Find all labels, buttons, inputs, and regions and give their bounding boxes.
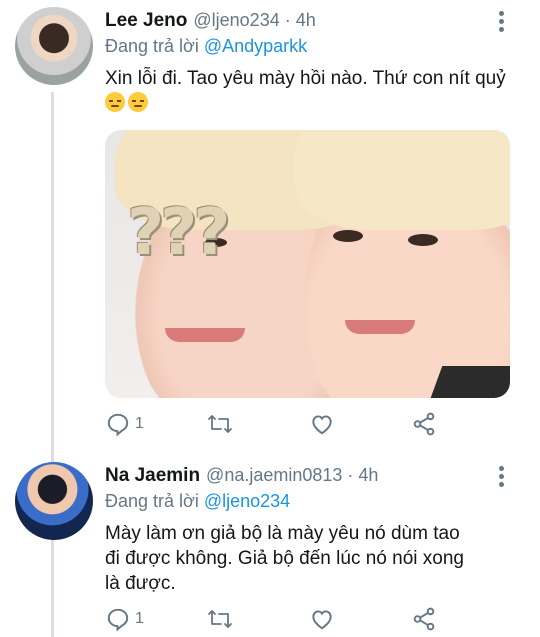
replying-to: Đang trả lời @Andyparkk bbox=[105, 36, 307, 57]
reply-icon bbox=[107, 413, 129, 437]
share-icon bbox=[413, 412, 435, 436]
image-shirt bbox=[427, 366, 510, 398]
avatar[interactable] bbox=[15, 462, 93, 540]
tweet-header: Lee Jeno @ljeno234 · 4h bbox=[105, 10, 316, 36]
retweet-button[interactable] bbox=[206, 605, 234, 633]
tweet-header: Na Jaemin @na.jaemin0813 · 4h bbox=[105, 465, 378, 491]
more-icon[interactable] bbox=[492, 8, 510, 34]
like-icon bbox=[312, 610, 332, 630]
action-bar: 1 bbox=[105, 410, 510, 440]
smirking-face-emoji bbox=[128, 92, 148, 112]
retweet-icon bbox=[208, 415, 232, 433]
handle-and-time: @ljeno234 · 4h bbox=[193, 10, 316, 30]
like-icon bbox=[312, 415, 332, 435]
image-mouth bbox=[345, 320, 415, 334]
emoji-row bbox=[105, 92, 148, 112]
replying-to-label: Đang trả lời bbox=[105, 491, 204, 511]
action-bar: 1 bbox=[105, 605, 510, 635]
replying-to-label: Đang trả lời bbox=[105, 36, 204, 56]
share-icon bbox=[413, 607, 435, 631]
image-eye bbox=[408, 234, 438, 246]
tweet-2[interactable]: Na Jaemin @na.jaemin0813 · 4h Đang trả l… bbox=[0, 455, 540, 637]
share-button[interactable] bbox=[411, 410, 437, 438]
image-mouth bbox=[165, 328, 245, 342]
display-name[interactable]: Na Jaemin bbox=[105, 465, 200, 487]
replying-to: Đang trả lời @ljeno234 bbox=[105, 491, 290, 512]
reply-icon bbox=[107, 608, 129, 632]
reply-button[interactable]: 1 bbox=[105, 605, 144, 633]
avatar[interactable] bbox=[15, 7, 93, 85]
tweet-1[interactable]: Lee Jeno @ljeno234 · 4h Đang trả lời @An… bbox=[0, 0, 540, 455]
like-button[interactable] bbox=[309, 605, 335, 633]
display-name[interactable]: Lee Jeno bbox=[105, 10, 187, 32]
share-button[interactable] bbox=[411, 605, 437, 633]
like-button[interactable] bbox=[309, 410, 335, 438]
tweet-image[interactable]: ??? bbox=[105, 130, 510, 398]
image-hair-right bbox=[295, 130, 510, 230]
reply-count: 1 bbox=[135, 610, 144, 627]
replying-to-link[interactable]: @ljeno234 bbox=[204, 491, 290, 511]
replying-to-link[interactable]: @Andyparkk bbox=[204, 36, 307, 56]
retweet-button[interactable] bbox=[206, 410, 234, 438]
tweet-text: Xin lỗi đi. Tao yêu mày hồi nào. Thứ con… bbox=[105, 68, 506, 89]
image-question-marks: ??? bbox=[127, 196, 230, 270]
handle-and-time: @na.jaemin0813 · 4h bbox=[206, 465, 379, 485]
tweet-text: Mày làm ơn giả bộ là mày yêu nó dùm tao … bbox=[105, 523, 464, 594]
more-icon[interactable] bbox=[492, 463, 510, 489]
retweet-icon bbox=[208, 610, 232, 628]
image-eye bbox=[333, 230, 363, 242]
reply-button[interactable]: 1 bbox=[105, 410, 144, 438]
smirking-face-emoji bbox=[105, 92, 125, 112]
reply-count: 1 bbox=[135, 415, 144, 432]
